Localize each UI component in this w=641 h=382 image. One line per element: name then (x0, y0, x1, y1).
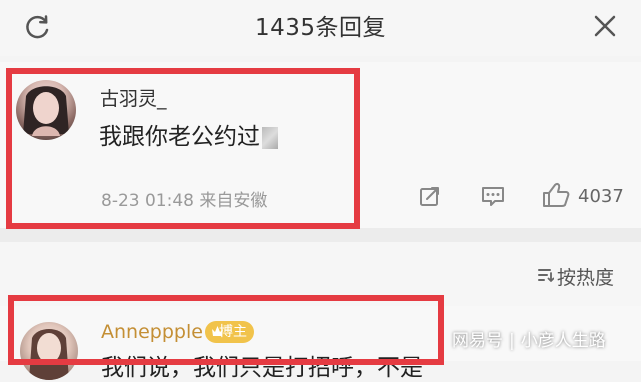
like-icon[interactable] (541, 181, 571, 209)
watermark-separator: | (509, 331, 515, 351)
like-count: 4037 (578, 186, 624, 207)
watermark-brand: 网易号 (452, 331, 503, 351)
watermark-author: 小彦人生路 (520, 331, 606, 351)
sort-by-hotness[interactable]: 按热度 (557, 263, 614, 290)
share-icon[interactable] (418, 184, 442, 208)
close-icon[interactable] (593, 14, 617, 38)
watermark: 网易号 | 小彦人生路 (452, 326, 606, 356)
sort-icon[interactable] (536, 266, 554, 284)
highlight-box (6, 68, 360, 229)
reply-icon[interactable] (480, 184, 506, 208)
reply-count-title: 1435条回复 (254, 15, 387, 41)
highlight-box (8, 295, 444, 365)
section-divider (0, 228, 641, 242)
